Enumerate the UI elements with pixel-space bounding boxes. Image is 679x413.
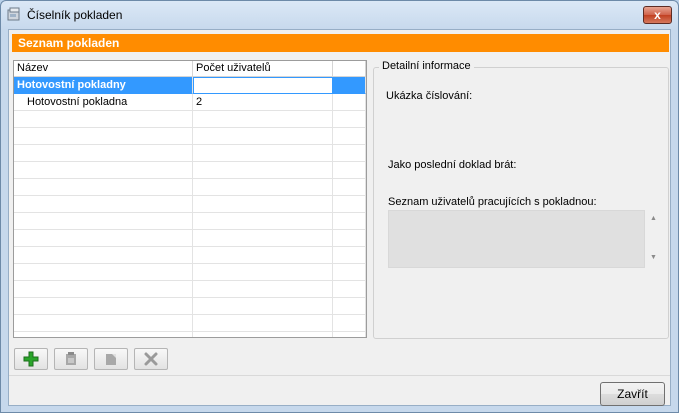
footer-divider bbox=[9, 375, 670, 376]
table-row[interactable]: Hotovostní pokladna 2 bbox=[14, 94, 366, 111]
cell-user-count bbox=[193, 264, 333, 281]
cell-name bbox=[14, 145, 193, 162]
column-header-filler bbox=[333, 61, 366, 77]
empty-row bbox=[14, 315, 366, 332]
cell-name: Hotovostní pokladna bbox=[14, 94, 193, 111]
cell-name bbox=[14, 213, 193, 230]
copy-button[interactable] bbox=[94, 348, 128, 370]
empty-row bbox=[14, 128, 366, 145]
cell-filler bbox=[333, 281, 366, 298]
cell-filler bbox=[333, 111, 366, 128]
cell-name bbox=[14, 179, 193, 196]
cell-name bbox=[14, 315, 193, 332]
cell-user-count bbox=[193, 230, 333, 247]
delete-button[interactable] bbox=[134, 348, 168, 370]
cell-filler bbox=[333, 77, 366, 94]
grid-header: Název Počet uživatelů bbox=[14, 61, 366, 77]
cell-name bbox=[14, 162, 193, 179]
empty-row bbox=[14, 111, 366, 128]
copy-icon bbox=[106, 354, 116, 365]
add-button[interactable] bbox=[14, 348, 48, 370]
empty-row bbox=[14, 247, 366, 264]
empty-row bbox=[14, 298, 366, 315]
cell-filler bbox=[333, 94, 366, 111]
empty-row bbox=[14, 213, 366, 230]
window-title: Číselník pokladen bbox=[27, 8, 123, 22]
cell-user-count bbox=[193, 315, 333, 332]
scroll-up-icon[interactable]: ▲ bbox=[650, 215, 657, 222]
cell-filler bbox=[333, 247, 366, 264]
cell-user-count bbox=[193, 196, 333, 213]
cell-name bbox=[14, 298, 193, 315]
cell-user-count bbox=[193, 281, 333, 298]
dialog-client: Seznam pokladen Název Počet uživatelů Ho… bbox=[8, 29, 671, 406]
cell-name bbox=[14, 128, 193, 145]
cell-user-count bbox=[193, 111, 333, 128]
cell-filler bbox=[333, 145, 366, 162]
cell-user-count bbox=[193, 247, 333, 264]
delete-icon bbox=[144, 352, 158, 366]
cell-name: Hotovostní pokladny bbox=[14, 77, 193, 94]
cell-user-count bbox=[193, 162, 333, 179]
section-header: Seznam pokladen bbox=[12, 34, 669, 52]
cell-filler bbox=[333, 264, 366, 281]
cash-register-grid[interactable]: Název Počet uživatelů Hotovostní pokladn… bbox=[13, 60, 367, 338]
cell-user-count: 2 bbox=[193, 94, 333, 111]
cell-filler bbox=[333, 298, 366, 315]
users-list-label: Seznam uživatelů pracujících s pokladnou… bbox=[388, 196, 597, 208]
cell-user-count bbox=[193, 298, 333, 315]
group-row[interactable]: Hotovostní pokladny bbox=[14, 77, 366, 94]
cell-filler bbox=[333, 213, 366, 230]
close-dialog-button[interactable]: Zavřít bbox=[600, 382, 665, 406]
cell-user-count bbox=[193, 145, 333, 162]
empty-row bbox=[14, 196, 366, 213]
empty-row bbox=[14, 145, 366, 162]
scroll-down-icon[interactable]: ▼ bbox=[650, 254, 657, 261]
column-header-user-count[interactable]: Počet uživatelů bbox=[193, 61, 333, 77]
app-icon bbox=[7, 7, 20, 21]
edit-button[interactable] bbox=[54, 348, 88, 370]
empty-row bbox=[14, 179, 366, 196]
title-bar[interactable]: Číselník pokladen x bbox=[1, 1, 678, 29]
cell-name bbox=[14, 111, 193, 128]
close-icon: x bbox=[654, 8, 661, 22]
cell-filler bbox=[333, 196, 366, 213]
cell-user-count bbox=[193, 179, 333, 196]
cell-user-count bbox=[193, 332, 333, 337]
cell-filler bbox=[333, 128, 366, 145]
cell-filler bbox=[333, 315, 366, 332]
empty-row bbox=[14, 281, 366, 298]
cell-filler bbox=[333, 332, 366, 337]
empty-row bbox=[14, 230, 366, 247]
numbering-example-label: Ukázka číslování: bbox=[386, 90, 473, 102]
detail-legend: Detailní informace bbox=[379, 60, 474, 72]
edit-icon bbox=[66, 352, 76, 365]
last-document-label: Jako poslední doklad brát: bbox=[388, 159, 517, 171]
cell-user-count bbox=[193, 213, 333, 230]
cell-name bbox=[14, 230, 193, 247]
cell-filler bbox=[333, 230, 366, 247]
cell-user-count bbox=[193, 77, 333, 94]
empty-row bbox=[14, 264, 366, 281]
users-list[interactable] bbox=[388, 210, 645, 268]
empty-row bbox=[14, 332, 366, 337]
cell-filler bbox=[333, 179, 366, 196]
window-close-button[interactable]: x bbox=[643, 6, 672, 24]
empty-row bbox=[14, 162, 366, 179]
column-header-name[interactable]: Název bbox=[14, 61, 193, 77]
cell-name bbox=[14, 247, 193, 264]
cell-name bbox=[14, 332, 193, 337]
cell-filler bbox=[333, 162, 366, 179]
cell-name bbox=[14, 281, 193, 298]
cell-name bbox=[14, 264, 193, 281]
cell-user-count bbox=[193, 128, 333, 145]
cell-name bbox=[14, 196, 193, 213]
dialog-window: Číselník pokladen x Seznam pokladen Náze… bbox=[0, 0, 679, 413]
add-icon bbox=[23, 351, 39, 367]
